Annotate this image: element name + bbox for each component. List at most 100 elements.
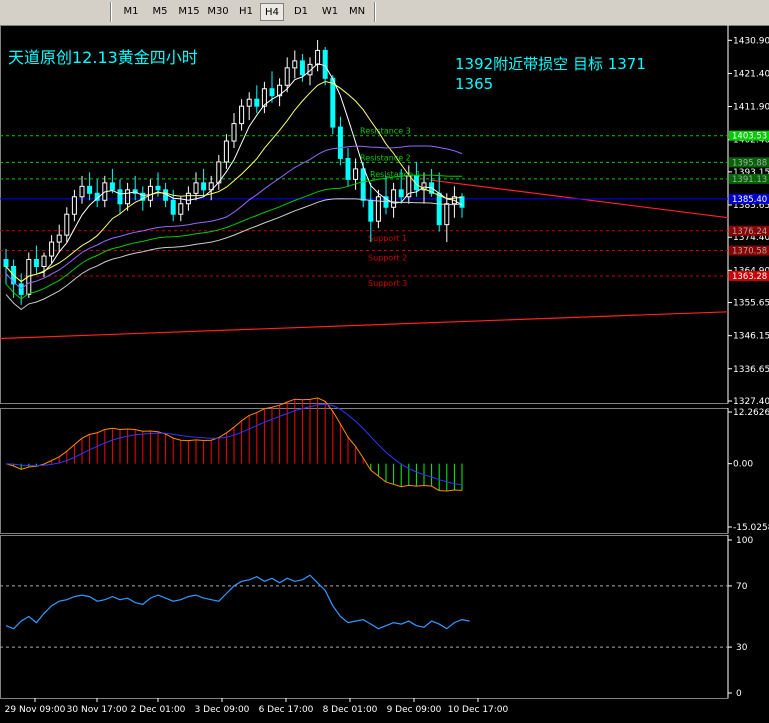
price-label: 1363.28: [732, 272, 767, 282]
candle-body: [436, 192, 442, 226]
tf-h1-button[interactable]: H1: [235, 3, 257, 21]
candle-body: [64, 213, 70, 236]
x-axis: 29 Nov 09:00 30 Nov 17:00 2 Dec 01:00 3 Dec…: [5, 698, 509, 715]
x-tick-label: 3 Dec 09:00: [195, 705, 250, 715]
rsi-line: [5, 574, 470, 630]
candle-body: [201, 182, 207, 191]
candle-body: [284, 67, 290, 86]
candle-body: [147, 185, 153, 201]
price-label: 1385.40: [732, 195, 767, 205]
x-tick-label: 6 Dec 17:00: [259, 705, 314, 715]
macd-panel: 12.2626 0.00 -15.0258: [0, 397, 769, 534]
price-tick-label: 1327.40: [733, 397, 769, 407]
rsi-panel: 100 70 30 0: [0, 535, 753, 699]
level-label: Support 2: [368, 254, 407, 263]
chart-title: 天道原创12.13黄金四小时: [8, 48, 198, 67]
candle-body: [117, 189, 123, 205]
annotation-line1: 1392附近带损空 目标 1371: [455, 55, 646, 73]
tf-m5-button[interactable]: M5: [149, 3, 171, 21]
candle-body: [41, 255, 47, 267]
price-tick-label: 1355.65: [733, 299, 769, 309]
x-tick-label: 8 Dec 01:00: [323, 705, 378, 715]
panel-border: [0, 535, 729, 699]
candle-body: [239, 105, 245, 125]
tf-m1-button[interactable]: M1: [120, 3, 142, 21]
tf-w1-button[interactable]: W1: [318, 3, 342, 21]
macd-tick-label: -15.0258: [733, 523, 769, 533]
candle-body: [315, 49, 321, 65]
candle-body: [269, 88, 275, 97]
rsi-tick-label: 0: [736, 689, 742, 699]
candle-body: [292, 60, 298, 69]
candle-body: [444, 203, 450, 226]
candle-body: [223, 140, 229, 163]
rsi-tick-label: 100: [736, 536, 753, 546]
price-tick-label: 1336.65: [733, 365, 769, 375]
level-label: Resistance 1: [370, 170, 421, 179]
candle-body: [79, 185, 85, 198]
price-tick-label: 1421.40: [733, 69, 769, 79]
candle-body: [71, 196, 77, 215]
x-tick-label: 29 Nov 09:00: [5, 705, 66, 715]
candle-body: [33, 259, 39, 267]
ma-12-line: [5, 80, 463, 283]
price-label: 1403.53: [732, 132, 767, 142]
candle-body: [398, 189, 404, 198]
panel-border: [0, 408, 729, 534]
tf-m30-button[interactable]: M30: [205, 3, 231, 21]
tf-d1-button[interactable]: D1: [290, 3, 312, 21]
candle-body: [193, 182, 199, 194]
toolbar-separator: [110, 2, 112, 22]
level-label: Support 3: [368, 279, 407, 288]
level-label: Resistance 2: [360, 153, 411, 162]
chart-canvas[interactable]: 1430.901421.401411.901402.401393.151383.…: [0, 25, 769, 723]
x-tick-label: 30 Nov 17:00: [67, 705, 128, 715]
price-tick-label: 1430.90: [733, 36, 769, 46]
level-label: Support 1: [368, 234, 407, 243]
candle-body: [337, 126, 343, 159]
candle-body: [178, 203, 184, 215]
candle-body: [185, 192, 191, 205]
candle-body: [155, 185, 161, 191]
price-label: 1395.88: [732, 158, 767, 168]
price-label: 1370.58: [732, 247, 767, 257]
candle-body: [254, 98, 260, 107]
candle-body: [330, 77, 336, 128]
candle-body: [49, 241, 55, 257]
candle-body: [170, 199, 176, 215]
price-tick-label: 1346.15: [733, 332, 769, 342]
candle-body: [246, 98, 252, 107]
candle-body: [109, 182, 115, 191]
x-tick-label: 10 Dec 17:00: [448, 705, 509, 715]
price-tick-label: 1411.90: [733, 103, 769, 113]
timeframe-toolbar: M1 M5 M15 M30 H1 H4 D1 W1 MN: [0, 0, 769, 26]
candle-body: [56, 234, 62, 243]
x-tick-label: 2 Dec 01:00: [131, 705, 186, 715]
candle-body: [360, 168, 366, 201]
candle-body: [459, 196, 465, 208]
tf-h4-button[interactable]: H4: [260, 3, 284, 21]
price-label: 1391.13: [732, 175, 767, 185]
rsi-tick-label: 70: [736, 582, 748, 592]
toolbar-separator: [374, 2, 376, 22]
candle-body: [353, 168, 359, 180]
candle-body: [299, 60, 305, 76]
candle-body: [125, 189, 131, 205]
candle-body: [231, 123, 237, 142]
price-panel: 1430.901421.401411.901402.401393.151383.…: [0, 25, 769, 407]
x-tick-label: 9 Dec 09:00: [387, 705, 442, 715]
tf-mn-button[interactable]: MN: [344, 3, 370, 21]
macd-tick-label: 0.00: [733, 460, 753, 470]
panel-border: [0, 25, 729, 404]
candle-body: [87, 185, 93, 194]
macd-tick-label: 12.2626: [733, 408, 769, 418]
candle-body: [3, 259, 9, 267]
candle-body: [322, 49, 328, 79]
annotation-line2: 1365: [455, 75, 493, 93]
candle-body: [391, 189, 397, 208]
candle-body: [345, 157, 351, 180]
rising-trendline: [0, 311, 729, 340]
candle-body: [368, 199, 374, 222]
tf-m15-button[interactable]: M15: [176, 3, 202, 21]
rsi-tick-label: 30: [736, 643, 748, 653]
